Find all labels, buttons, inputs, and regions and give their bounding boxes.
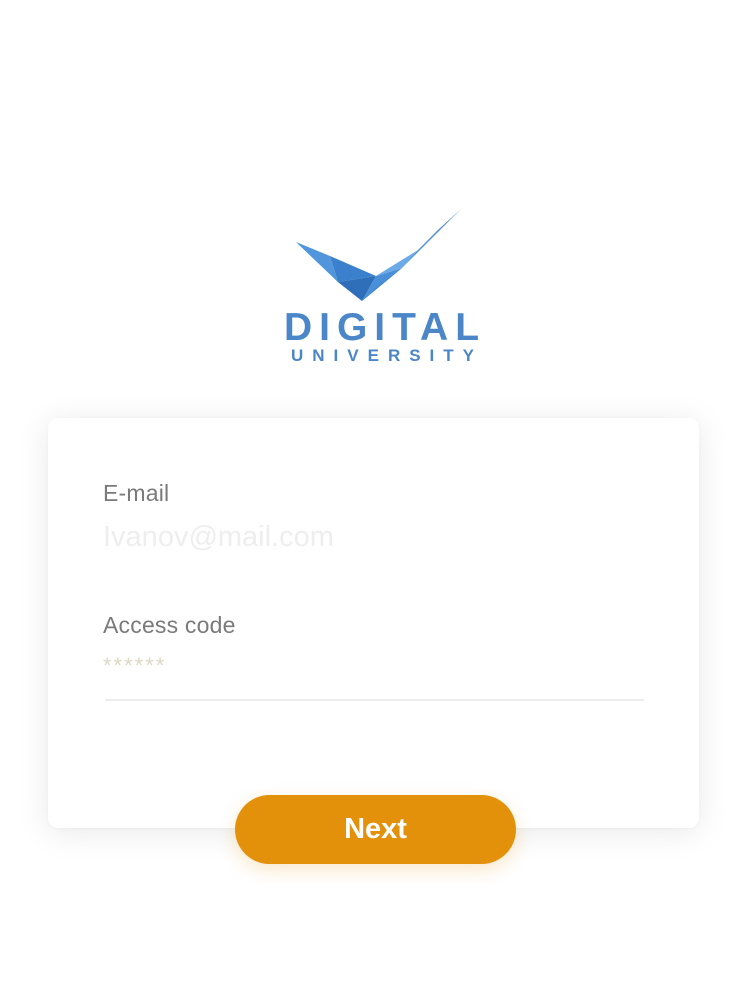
email-label: E-mail — [103, 480, 170, 506]
digital-university-logo: DIGITAL UNIVERSITY — [250, 200, 500, 370]
email-field[interactable] — [103, 519, 643, 555]
next-button[interactable]: Next — [235, 795, 516, 864]
access-code-field[interactable] — [103, 650, 643, 682]
brand-name-line2: UNIVERSITY — [291, 346, 483, 365]
checkmark-wing-icon: DIGITAL UNIVERSITY — [284, 209, 486, 365]
login-card: E-mail Access code — [48, 418, 699, 828]
access-code-label: Access code — [103, 612, 236, 638]
access-code-underline — [105, 699, 644, 701]
login-screen: DIGITAL UNIVERSITY E-mail Access code Ne… — [0, 0, 750, 1000]
brand-name-line1: DIGITAL — [284, 306, 486, 349]
